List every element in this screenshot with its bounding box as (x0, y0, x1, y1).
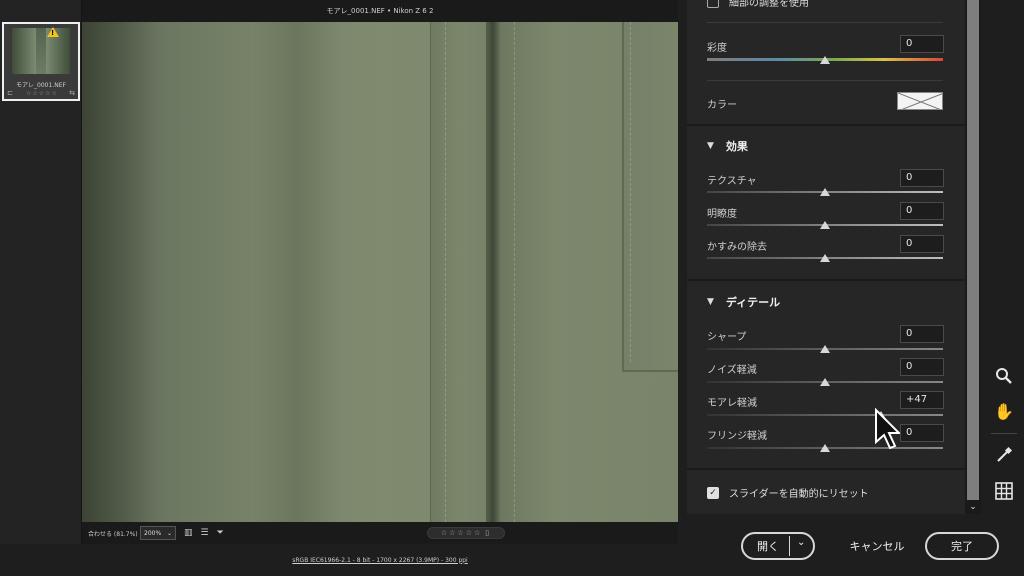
dehaze-slider-thumb[interactable] (820, 254, 830, 262)
defringe-value[interactable]: 0 (900, 424, 944, 442)
image-canvas[interactable] (82, 22, 678, 522)
texture-value[interactable]: 0 (900, 169, 944, 187)
noise-reduction-slider-thumb[interactable] (820, 378, 830, 386)
color-swatch[interactable] (897, 92, 943, 110)
thumbnail-rating[interactable]: ☆☆☆☆☆ (26, 90, 58, 97)
detail-section-header[interactable]: ▼ ディテール (707, 294, 780, 310)
moire-reduction-value[interactable]: +47 (900, 391, 944, 409)
noise-reduction-label: ノイズ軽減 (707, 365, 757, 376)
sort-icon[interactable]: ☰ (201, 528, 209, 538)
panel-scrollbar-thumb[interactable] (967, 0, 979, 500)
window-title: モアレ_0001.NEF • Nikon Z 6 2 (326, 7, 434, 15)
trash-icon[interactable]: ▯ (485, 529, 491, 537)
rating-stars[interactable]: ☆☆☆☆☆ ▯ (427, 527, 505, 539)
open-button[interactable]: 開く ⌄ (741, 532, 815, 560)
scroll-down-icon[interactable]: ⌄ (965, 500, 981, 514)
mouse-cursor-icon (875, 408, 900, 450)
texture-label: テクスチャ (707, 176, 757, 187)
thumbnail-filename: モアレ_0001.NEF (16, 82, 66, 89)
tool-column: ✋ (983, 0, 1024, 514)
hand-tool-button[interactable]: ✋ (991, 398, 1017, 424)
saturation-label: 彩度 (707, 43, 727, 54)
sharpen-value[interactable]: 0 (900, 325, 944, 343)
color-label: カラー (707, 100, 737, 111)
grid-icon (995, 482, 1013, 500)
fine-adjust-label: 細部の調整を使用 (729, 0, 809, 9)
auto-reset-row[interactable]: ✓ スライダーを自動的にリセット (707, 485, 869, 500)
chevron-down-icon: ▼ (707, 297, 714, 307)
dehaze-label: かすみの除去 (707, 242, 767, 253)
effects-section-header[interactable]: ▼ 効果 (707, 138, 748, 154)
camera-raw-window: ! モアレ_0001.NEF ⊏ ☆☆☆☆☆ ⇆ モアレ_0001.NEF • … (0, 0, 1024, 576)
zoom-select[interactable]: 200% ⌄ (140, 526, 176, 540)
noise-reduction-value[interactable]: 0 (900, 358, 944, 376)
fine-adjust-checkbox[interactable] (707, 0, 719, 8)
dehaze-value[interactable]: 0 (900, 235, 944, 253)
filmstrip: ! モアレ_0001.NEF ⊏ ☆☆☆☆☆ ⇆ (0, 0, 82, 544)
filter-icon[interactable]: ⏷ (217, 528, 224, 538)
done-button[interactable]: 完了 (925, 532, 999, 560)
adjustment-panel: 細部の調整を使用 彩度 0 カラー ▼ 効果 テクスチャ 0 明瞭度 0 かすみ… (687, 0, 965, 514)
sync-icon: ⇆ (69, 89, 75, 97)
grid-tool-button[interactable] (991, 478, 1017, 504)
sharpen-label: シャープ (707, 332, 747, 343)
before-after-icon[interactable]: ▥ (184, 528, 193, 538)
defringe-label: フリンジ軽減 (707, 431, 767, 442)
detail-title: ディテール (725, 296, 781, 309)
workflow-options-link[interactable]: sRGB IEC61966-2.1 - 8 bit - 1700 x 2267 … (292, 557, 467, 564)
fit-zoom-button[interactable]: 合わせる (81.7%) (82, 529, 140, 538)
auto-reset-label: スライダーを自動的にリセット (729, 489, 869, 500)
chevron-down-icon: ⌄ (166, 529, 172, 537)
fine-adjust-row[interactable]: 細部の調整を使用 (707, 0, 809, 9)
saturation-value[interactable]: 0 (900, 35, 944, 53)
edit-status-icon: ⊏ (7, 89, 13, 97)
white-balance-tool-button[interactable] (991, 442, 1017, 468)
texture-slider-thumb[interactable] (820, 188, 830, 196)
zoom-icon (996, 368, 1012, 384)
canvas-footer: 合わせる (81.7%) 200% ⌄ ▥ ☰ ⏷ ☆☆☆☆☆ ▯ (82, 522, 678, 544)
workflow-options-bar: sRGB IEC61966-2.1 - 8 bit - 1700 x 2267 … (82, 544, 678, 576)
saturation-slider-thumb[interactable] (820, 56, 830, 64)
cancel-button[interactable]: キャンセル (837, 532, 917, 560)
moire-reduction-label: モアレ軽減 (707, 398, 757, 409)
zoom-value: 200% (144, 529, 162, 537)
moire-reduction-slider-track[interactable] (707, 414, 943, 416)
sharpen-slider-thumb[interactable] (820, 345, 830, 353)
eyedropper-icon (997, 446, 1013, 462)
auto-reset-checkbox[interactable]: ✓ (707, 486, 719, 499)
clarity-value[interactable]: 0 (900, 202, 944, 220)
open-button-label: 開く (757, 540, 779, 553)
clarity-slider-thumb[interactable] (820, 221, 830, 229)
defringe-slider-thumb[interactable] (820, 444, 830, 452)
filmstrip-thumbnail[interactable]: ! モアレ_0001.NEF ⊏ ☆☆☆☆☆ ⇆ (2, 22, 80, 101)
effects-title: 効果 (725, 140, 748, 153)
clarity-label: 明瞭度 (707, 209, 737, 220)
chevron-down-icon: ▼ (707, 141, 714, 151)
zoom-tool-button[interactable] (991, 363, 1017, 389)
thumbnail-image (12, 28, 70, 74)
image-title-bar: モアレ_0001.NEF • Nikon Z 6 2 (82, 0, 678, 22)
hand-icon: ✋ (994, 401, 1014, 421)
chevron-down-icon[interactable]: ⌄ (797, 537, 805, 548)
action-bar: 開く ⌄ キャンセル 完了 (683, 514, 1024, 576)
